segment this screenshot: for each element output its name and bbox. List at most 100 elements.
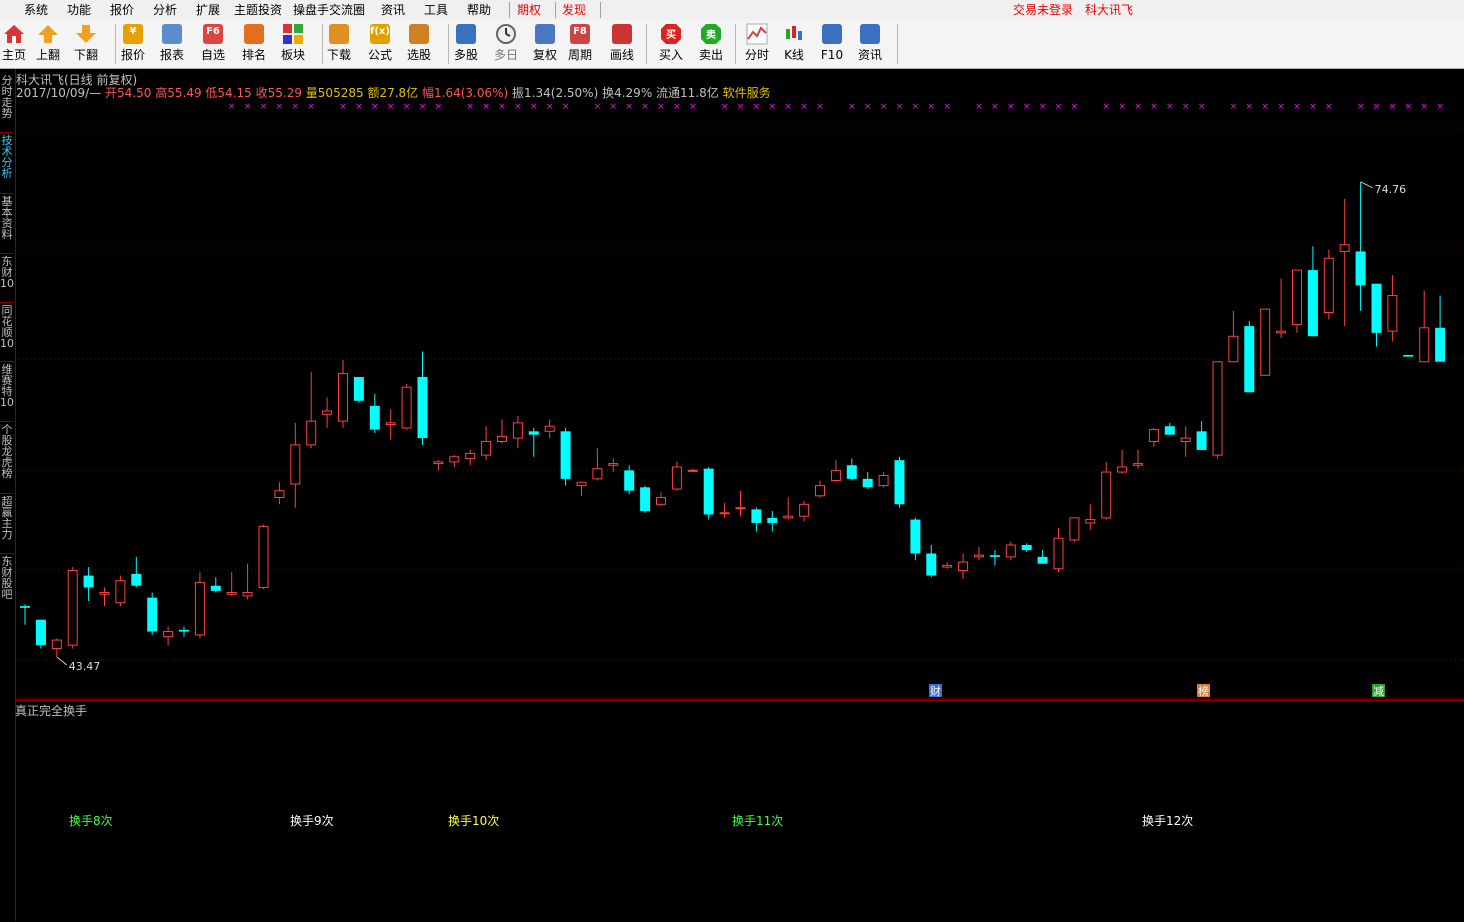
menu-special-1[interactable]: 发现: [562, 2, 586, 18]
left-tab-6[interactable]: 个股龙虎榜: [0, 424, 14, 479]
toolbar-button-kline[interactable]: K线: [774, 22, 814, 66]
candle-body: [592, 468, 603, 480]
toolbar-button-arrow-up[interactable]: 上翻: [28, 22, 68, 66]
menu-item-7[interactable]: 资讯: [381, 2, 405, 18]
left-tab-divider: [0, 493, 14, 494]
toolbar-divider: [448, 24, 449, 64]
toolbar-label: 复权: [532, 48, 557, 62]
yen-icon: ¥: [122, 23, 144, 45]
toolbar-button-sell[interactable]: 卖卖出: [691, 22, 731, 66]
left-tab-0[interactable]: 分时走势: [0, 75, 14, 119]
toolbar-button-intraday[interactable]: 分时: [737, 22, 777, 66]
toolbar-button-report[interactable]: 报表: [152, 22, 192, 66]
toolbar-button-news[interactable]: 资讯: [850, 22, 890, 66]
menu-special-0[interactable]: 期权: [517, 2, 541, 18]
candle-body: [767, 517, 778, 523]
signal-marker: ×: [1277, 102, 1285, 112]
signal-marker: ×: [1246, 102, 1254, 112]
candle-body: [35, 619, 46, 646]
menu-item-4[interactable]: 扩展: [196, 2, 220, 18]
candle-body: [846, 465, 857, 479]
signal-marker: ×: [419, 102, 427, 112]
toolbar-button-ranking[interactable]: 排名: [234, 22, 274, 66]
menu-item-2[interactable]: 报价: [110, 2, 134, 18]
quote-sector[interactable]: 软件服务: [723, 86, 771, 100]
candle-body: [1276, 330, 1287, 334]
intraday-icon: [746, 23, 768, 45]
toolbar-button-draw-line[interactable]: 画线: [602, 22, 642, 66]
candle-body: [1053, 537, 1064, 570]
signal-marker: ×: [403, 102, 411, 112]
signal-marker: ×: [1389, 102, 1397, 112]
kline-chart[interactable]: × × × × × × × × × × × × × × × × × × × × × × × × × × × × × × × × × × × × × × × ×…: [15, 69, 1464, 700]
left-tab-5[interactable]: 维赛特10: [0, 364, 14, 408]
toolbar-button-stock-select[interactable]: 选股: [399, 22, 439, 66]
toolbar-button-multi-stock[interactable]: 多股: [446, 22, 486, 66]
toolbar-button-f10[interactable]: F10: [812, 22, 852, 66]
menu-item-5[interactable]: 主题投资: [234, 2, 282, 18]
left-tab-4[interactable]: 同花顺10: [0, 305, 14, 349]
signal-marker: ×: [784, 102, 792, 112]
left-tab-8[interactable]: 东财股吧: [0, 556, 14, 600]
toolbar-button-clock[interactable]: 多日: [486, 22, 526, 66]
menu-item-0[interactable]: 系统: [24, 2, 48, 18]
toolbar-button-restore-right[interactable]: 复权: [525, 22, 565, 66]
kline-icon: [783, 23, 805, 45]
candle-body: [417, 377, 428, 439]
candle-body: [1371, 283, 1382, 333]
stock-select-icon: [408, 23, 430, 45]
candle-body: [640, 487, 651, 512]
signal-marker: ×: [1261, 102, 1269, 112]
signal-marker: ×: [307, 102, 315, 112]
toolbar-label: 自选: [200, 48, 225, 62]
left-tab-1[interactable]: 技术分析: [0, 135, 14, 179]
candle-body: [528, 431, 539, 435]
candle-body: [958, 561, 969, 571]
candle-body: [894, 460, 905, 505]
signal-marker: ×: [928, 102, 936, 112]
signal-marker: ×: [339, 102, 347, 112]
toolbar-button-blocks[interactable]: 板块: [273, 22, 313, 66]
toolbar-label: 资讯: [857, 48, 882, 62]
signal-marker: ×: [1230, 102, 1238, 112]
menu-item-8[interactable]: 工具: [424, 2, 448, 18]
toolbar-button-f8[interactable]: F8 周期: [560, 22, 600, 66]
candle-body: [306, 420, 317, 446]
left-tab-7[interactable]: 超赢主力: [0, 496, 14, 540]
left-tab-3[interactable]: 东财10: [0, 256, 14, 289]
quote-change: 幅1.64(3.06%): [422, 86, 509, 100]
signal-marker: ×: [387, 102, 395, 112]
menu-item-3[interactable]: 分析: [153, 2, 177, 18]
candle-body: [1148, 429, 1159, 443]
menu-item-6[interactable]: 操盘手交流圈: [293, 2, 365, 18]
toolbar-button-buy[interactable]: 买买入: [651, 22, 691, 66]
current-stock-name[interactable]: 科大讯飞: [1085, 2, 1133, 18]
toolbar-button-download[interactable]: 下载: [319, 22, 359, 66]
candle-body: [1037, 556, 1048, 564]
signal-marker: ×: [689, 102, 697, 112]
candle-body: [179, 629, 189, 632]
signal-marker: ×: [228, 102, 236, 112]
signal-marker: ×: [1309, 102, 1317, 112]
menu-divider: [600, 2, 601, 18]
menu-item-9[interactable]: 帮助: [467, 2, 491, 18]
turnover-label-8: 换手8次: [69, 814, 113, 828]
candle-body: [481, 441, 492, 456]
yen-glyph: ¥: [129, 26, 137, 37]
candle-body: [1435, 327, 1446, 362]
toolbar-button-arrow-down[interactable]: 下翻: [66, 22, 106, 66]
signal-marker: ×: [498, 102, 506, 112]
toolbar-button-yen[interactable]: ¥ 报价: [113, 22, 153, 66]
login-status[interactable]: 交易未登录: [1013, 2, 1073, 18]
report-icon: [161, 23, 183, 45]
indicator-pane[interactable]: 真正完全换手 换手8次 换手9次 换手10次 换手11次 换手12次: [15, 700, 1464, 922]
toolbar-button-f6[interactable]: F6 自选: [193, 22, 233, 66]
chart-quote-line: 2017/10/09/— 开54.50 高55.49 低54.15 收55.29…: [16, 84, 771, 101]
left-tab-2[interactable]: 基本资料: [0, 196, 14, 240]
signal-marker: ×: [244, 102, 252, 112]
toolbar-button-formula[interactable]: f(x) 公式: [360, 22, 400, 66]
menu-item-1[interactable]: 功能: [67, 2, 91, 18]
toolbar-label: 报表: [159, 48, 184, 62]
quote-date: 2017/10/09/—: [16, 86, 102, 100]
buy-glyph: 买: [666, 30, 676, 41]
